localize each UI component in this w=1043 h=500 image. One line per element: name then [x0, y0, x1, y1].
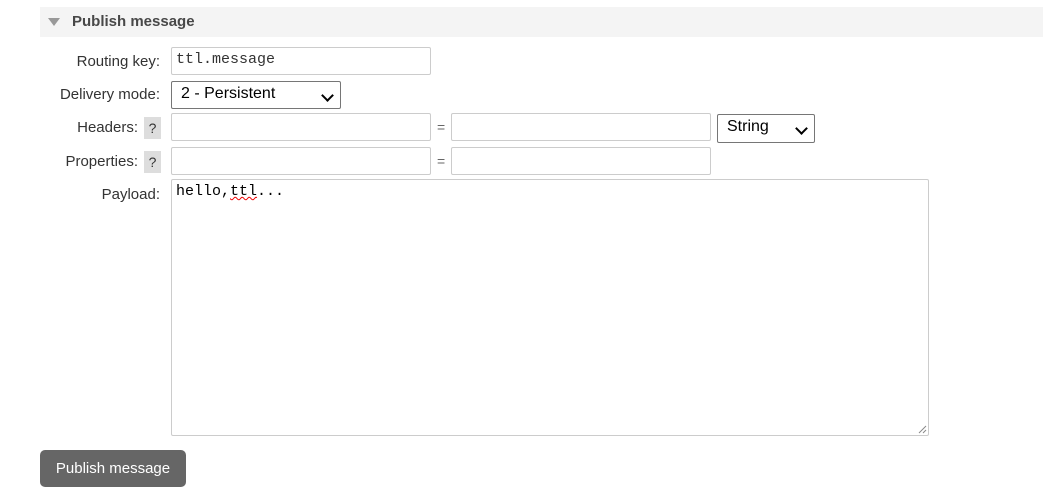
section-header[interactable]: Publish message [40, 7, 1043, 37]
routing-key-label: Routing key: [76, 53, 160, 70]
publish-message-button[interactable]: Publish message [40, 450, 186, 487]
payload-label: Payload: [101, 186, 160, 203]
delivery-mode-value: 2 - Persistent [181, 85, 276, 102]
triangle-down-icon [48, 18, 60, 26]
routing-key-input[interactable]: ttl.message [171, 47, 431, 75]
section-title: Publish message [72, 13, 195, 30]
properties-key-input[interactable] [171, 147, 431, 175]
properties-equals: = [437, 153, 446, 169]
headers-value-input[interactable] [451, 113, 711, 141]
headers-label: Headers: [77, 119, 138, 136]
headers-key-input[interactable] [171, 113, 431, 141]
headers-help-button[interactable]: ? [144, 117, 161, 139]
payload-misspelled-text: ttl [230, 183, 258, 200]
payload-text: hello, [176, 183, 231, 200]
payload-text-tail: ... [257, 183, 285, 200]
headers-type-value: String [727, 118, 769, 135]
delivery-mode-label: Delivery mode: [59, 86, 160, 103]
chevron-down-icon [795, 122, 808, 135]
delivery-mode-select[interactable]: 2 - Persistent [171, 81, 341, 109]
properties-value-input[interactable] [451, 147, 711, 175]
payload-textarea[interactable]: hello,ttl... [171, 179, 929, 436]
chevron-down-icon [321, 89, 334, 102]
properties-help-button[interactable]: ? [144, 151, 161, 173]
headers-equals: = [437, 119, 446, 135]
resize-handle-icon[interactable] [917, 424, 927, 434]
headers-type-select[interactable]: String [717, 114, 815, 143]
properties-label: Properties: [65, 153, 138, 170]
